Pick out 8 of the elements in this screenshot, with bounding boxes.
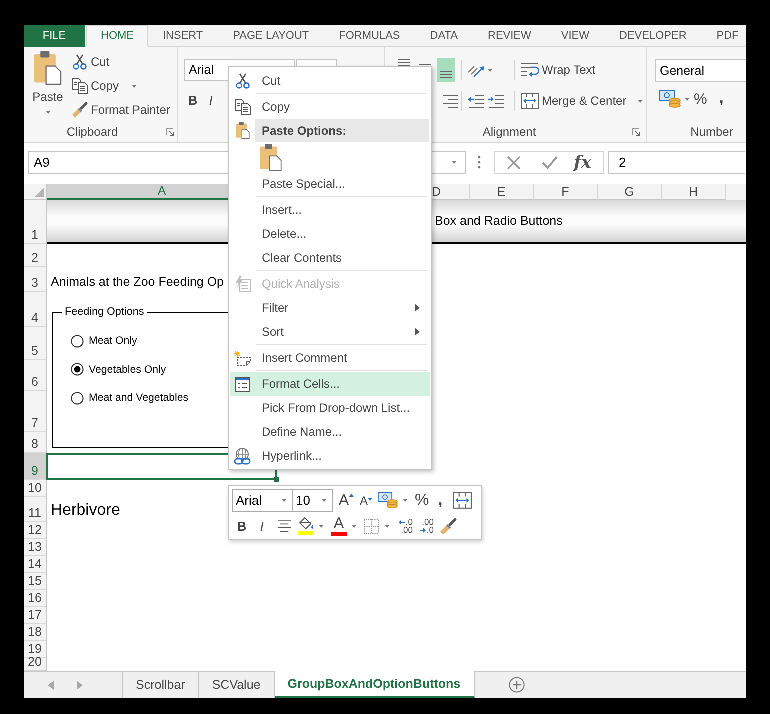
result-text: Herbivore: [51, 502, 120, 520]
heading-text: Animals at the Zoo Feeding Op: [51, 275, 224, 290]
sheet-title: Box and Radio Buttons: [435, 214, 563, 228]
group-box-caption: Feeding Options: [64, 306, 146, 319]
menu-header: Paste Options:: [255, 119, 429, 142]
group-label: Clipboard: [66, 124, 118, 138]
group-label: Number: [690, 124, 734, 138]
group-label: Alignment: [482, 124, 536, 138]
